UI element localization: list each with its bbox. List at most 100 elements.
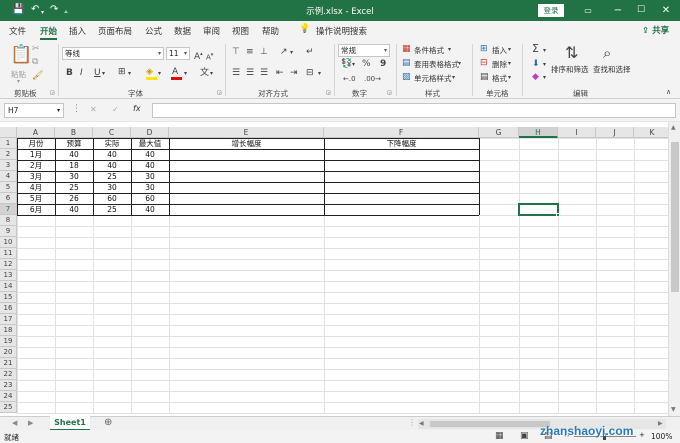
format-cells-icon[interactable]: ▤ xyxy=(480,72,489,82)
table-cell[interactable]: 30 xyxy=(131,182,169,193)
row-header-19[interactable]: 19 xyxy=(0,336,17,347)
column-header-h[interactable]: H xyxy=(519,127,558,138)
vertical-scroll-thumb[interactable] xyxy=(671,142,679,292)
table-cell[interactable] xyxy=(169,204,324,215)
insert-cells-button[interactable]: 插入 xyxy=(492,45,507,56)
table-cell[interactable]: 40 xyxy=(55,204,93,215)
tab-data[interactable]: 数据 xyxy=(174,25,191,37)
borders-dropdown-icon[interactable]: ▾ xyxy=(128,69,131,79)
copy-icon[interactable]: ⧉ xyxy=(32,57,38,67)
table-cell[interactable] xyxy=(169,149,324,160)
table-cell[interactable]: 40 xyxy=(93,149,131,160)
tab-review[interactable]: 审阅 xyxy=(203,25,220,37)
table-cell[interactable]: 30 xyxy=(93,182,131,193)
scroll-left-icon[interactable]: ◀ xyxy=(419,420,424,427)
font-launcher-icon[interactable]: ◲ xyxy=(217,88,222,98)
clear-dropdown-icon[interactable]: ▾ xyxy=(543,73,546,83)
table-cell[interactable]: 26 xyxy=(55,193,93,204)
row-header-16[interactable]: 16 xyxy=(0,303,17,314)
row-header-11[interactable]: 11 xyxy=(0,248,17,259)
phonetic-dropdown-icon[interactable]: ▾ xyxy=(210,69,213,79)
align-middle-icon[interactable]: ≡ xyxy=(246,47,254,57)
comma-button[interactable]: 9 xyxy=(380,59,386,69)
row-header-3[interactable]: 3 xyxy=(0,160,17,171)
scroll-up-icon[interactable]: ▲ xyxy=(671,124,676,131)
active-cell-selector[interactable] xyxy=(518,203,559,216)
sort-filter-icon[interactable]: ⇅ xyxy=(565,44,578,62)
format-cells-button[interactable]: 格式 xyxy=(492,73,507,84)
align-right-icon[interactable]: ☰ xyxy=(260,68,268,78)
sort-filter-button[interactable]: 排序和筛选 xyxy=(551,64,589,75)
decrease-decimal-icon[interactable]: .00→ xyxy=(364,74,381,84)
cell-styles-button[interactable]: 单元格样式 xyxy=(414,73,452,84)
align-bottom-icon[interactable]: ⊥ xyxy=(260,47,268,57)
column-header-i[interactable]: I xyxy=(558,127,596,138)
increase-decimal-icon[interactable]: ←.0 xyxy=(343,74,356,84)
table-cell[interactable] xyxy=(169,171,324,182)
table-cell[interactable]: 40 xyxy=(131,160,169,171)
row-header-24[interactable]: 24 xyxy=(0,391,17,402)
table-header-cell[interactable]: 下降幅度 xyxy=(324,138,479,149)
table-header-cell[interactable]: 实际 xyxy=(93,138,131,149)
table-cell[interactable]: 40 xyxy=(131,149,169,160)
font-color-icon[interactable]: A xyxy=(172,67,178,77)
borders-icon[interactable]: ⊞ xyxy=(118,67,126,77)
table-cell[interactable]: 25 xyxy=(93,171,131,182)
name-box[interactable]: H7 ▾ xyxy=(4,103,64,118)
table-cell[interactable] xyxy=(324,193,479,204)
clipboard-launcher-icon[interactable]: ◲ xyxy=(50,88,55,98)
grow-font-icon[interactable]: A▴ xyxy=(194,49,203,62)
table-cell[interactable]: 4月 xyxy=(17,182,55,193)
cut-icon[interactable]: ✂ xyxy=(32,44,40,54)
page-layout-view-icon[interactable]: ▣ xyxy=(520,431,529,441)
table-cell[interactable]: 3月 xyxy=(17,171,55,182)
table-cell[interactable] xyxy=(324,171,479,182)
fill-dropdown-icon[interactable]: ▾ xyxy=(543,60,546,70)
scroll-down-icon[interactable]: ▼ xyxy=(671,406,676,413)
row-header-25[interactable]: 25 xyxy=(0,402,17,413)
table-cell[interactable] xyxy=(324,149,479,160)
table-cell[interactable] xyxy=(169,182,324,193)
row-header-1[interactable]: 1 xyxy=(0,138,17,149)
insert-cells-icon[interactable]: ⊞ xyxy=(480,44,488,54)
next-sheet-icon[interactable]: ▶ xyxy=(28,419,33,427)
autosum-dropdown-icon[interactable]: ▾ xyxy=(543,46,546,56)
align-center-icon[interactable]: ☰ xyxy=(246,68,254,78)
orientation-icon[interactable]: ↗ xyxy=(280,47,288,57)
row-header-9[interactable]: 9 xyxy=(0,226,17,237)
table-cell[interactable] xyxy=(324,160,479,171)
clear-icon[interactable]: ◆ xyxy=(532,72,539,82)
row-header-21[interactable]: 21 xyxy=(0,358,17,369)
row-header-10[interactable]: 10 xyxy=(0,237,17,248)
row-header-14[interactable]: 14 xyxy=(0,281,17,292)
prev-sheet-icon[interactable]: ◀ xyxy=(12,419,17,427)
table-header-cell[interactable]: 最大值 xyxy=(131,138,169,149)
table-cell[interactable] xyxy=(324,204,479,215)
formula-input[interactable] xyxy=(152,103,676,118)
table-cell[interactable]: 60 xyxy=(131,193,169,204)
row-header-17[interactable]: 17 xyxy=(0,314,17,325)
zoom-in-icon[interactable]: + xyxy=(639,431,645,439)
tab-page-layout[interactable]: 页面布局 xyxy=(98,25,132,37)
enter-icon[interactable]: ✓ xyxy=(112,105,119,114)
column-header-c[interactable]: C xyxy=(93,127,131,138)
column-header-a[interactable]: A xyxy=(17,127,55,138)
add-sheet-icon[interactable]: ⊕ xyxy=(104,417,112,429)
table-cell[interactable]: 25 xyxy=(93,204,131,215)
paste-dropdown-icon[interactable]: ▾ xyxy=(17,78,20,85)
collapse-ribbon-icon[interactable]: ∧ xyxy=(666,87,671,97)
table-cell[interactable] xyxy=(169,160,324,171)
orientation-dropdown-icon[interactable]: ▾ xyxy=(290,48,293,58)
shrink-font-icon[interactable]: A▾ xyxy=(206,50,213,62)
format-dropdown-icon[interactable]: ▾ xyxy=(508,73,511,83)
insert-function-icon[interactable]: fx xyxy=(133,104,141,113)
row-header-2[interactable]: 2 xyxy=(0,149,17,160)
fill-color-icon[interactable]: ◈ xyxy=(146,67,153,77)
italic-button[interactable]: I xyxy=(80,68,83,78)
table-header-cell[interactable]: 预算 xyxy=(55,138,93,149)
number-format-select[interactable]: 常规 ▾ xyxy=(338,44,390,57)
tab-help[interactable]: 帮助 xyxy=(262,25,279,37)
bold-button[interactable]: B xyxy=(66,68,73,78)
find-select-icon[interactable]: ⌕ xyxy=(603,44,611,62)
table-cell[interactable] xyxy=(324,182,479,193)
